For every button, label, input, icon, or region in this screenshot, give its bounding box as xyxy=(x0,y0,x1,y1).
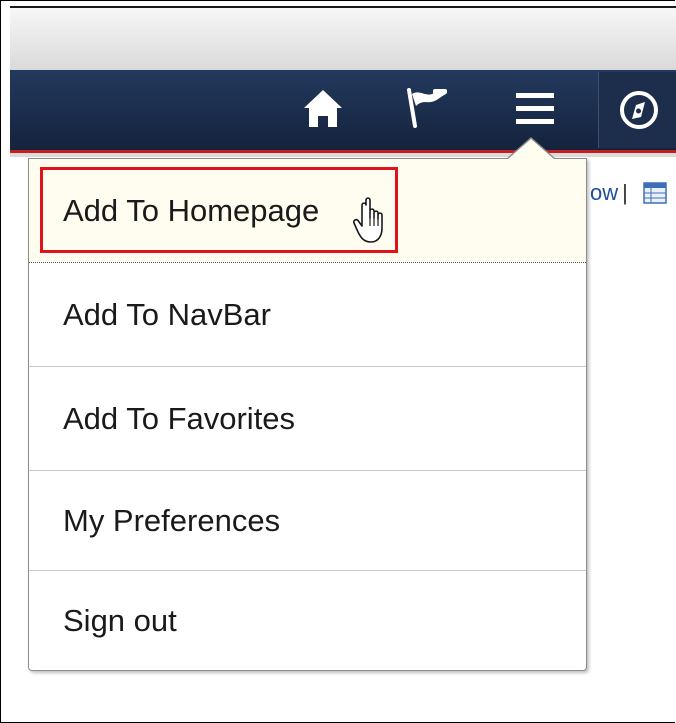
menu-item-label: Add To Homepage xyxy=(63,192,320,228)
navigator-button[interactable] xyxy=(598,72,676,148)
menu-item-label: Add To NavBar xyxy=(63,296,271,332)
menu-item-label: My Preferences xyxy=(63,502,281,538)
menu-item-add-to-favorites[interactable]: Add To Favorites xyxy=(29,367,586,471)
navigator-icon xyxy=(620,91,658,129)
page-link-fragment[interactable]: ow | xyxy=(590,180,628,206)
dropdown-caret-fill xyxy=(508,139,554,159)
menu-icon[interactable] xyxy=(510,84,560,134)
navbar-divider xyxy=(10,153,676,157)
home-icon[interactable] xyxy=(298,84,348,134)
menu-item-sign-out[interactable]: Sign out xyxy=(29,571,586,670)
flag-icon[interactable] xyxy=(402,84,452,134)
menu-item-my-preferences[interactable]: My Preferences xyxy=(29,471,586,571)
browser-top-strip xyxy=(10,6,676,72)
menu-item-label: Add To Favorites xyxy=(63,400,296,436)
link-separator: | xyxy=(622,180,628,205)
menu-item-add-to-navbar[interactable]: Add To NavBar xyxy=(29,263,586,367)
table-view-icon[interactable] xyxy=(643,182,667,204)
menu-item-add-to-homepage[interactable]: Add To Homepage xyxy=(29,159,586,263)
hand-pointer-icon xyxy=(353,197,383,243)
actions-menu-dropdown: Add To Homepage Add To NavBar Add To Fav… xyxy=(28,158,587,671)
menu-item-label: Sign out xyxy=(63,602,177,638)
link-text-fragment[interactable]: ow xyxy=(590,180,618,205)
